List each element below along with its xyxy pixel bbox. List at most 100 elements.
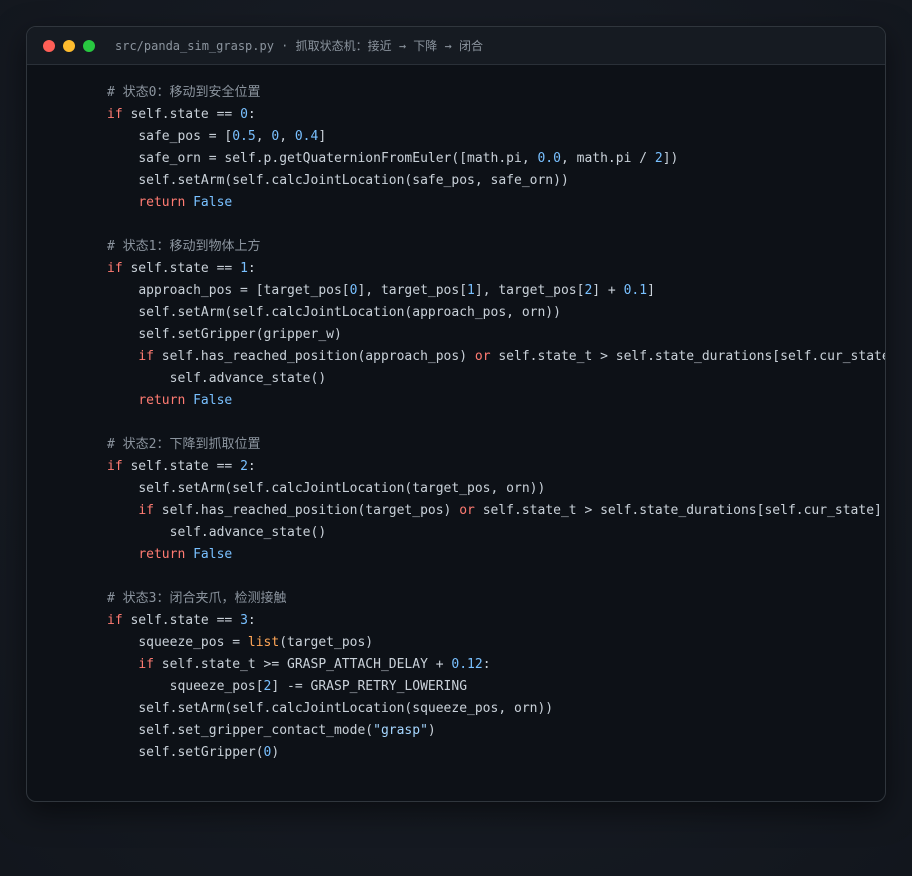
code-token: self.setArm(self.calcJointLocation(safe_… [138, 173, 569, 188]
code-token: self.setGripper(gripper_w) [138, 327, 342, 342]
code-token: ] + [592, 283, 624, 298]
code-line: if self.state == 3: [107, 610, 885, 632]
code-token: 2 [654, 151, 663, 166]
code-line: if self.has_reached_position(approach_po… [107, 346, 885, 368]
code-line: self.advance_state() [107, 368, 885, 390]
code-token: : [247, 107, 256, 122]
code-line: if self.state == 0: [107, 104, 885, 126]
code-line: safe_pos = [0.5, 0, 0.4] [107, 126, 885, 148]
code-line: self.setArm(self.calcJointLocation(safe_… [107, 170, 885, 192]
code-line: # 状态2：下降到抓取位置 [107, 434, 885, 456]
code-token: self.has_reached_position(target_pos) [153, 503, 460, 518]
code-line: if self.state == 2: [107, 456, 885, 478]
code-token: self.state == [122, 107, 241, 122]
code-token: self.setArm(self.calcJointLocation(appro… [138, 305, 561, 320]
code-token: self.state_t > self.state_durations[self… [490, 349, 886, 364]
code-token: ] -= GRASP_RETRY_LOWERING [271, 679, 468, 694]
code-token: 0.0 [537, 151, 561, 166]
close-window-button[interactable] [43, 39, 55, 52]
code-token: "grasp" [373, 723, 428, 738]
code-token: : [247, 613, 256, 628]
code-line: return False [107, 192, 885, 214]
code-line: # 状态0：移动到安全位置 [107, 82, 885, 104]
code-token: self.advance_state() [169, 525, 327, 540]
code-token: : [247, 459, 256, 474]
code-token: , [279, 129, 295, 144]
code-token: self.setArm(self.calcJointLocation(squee… [138, 701, 554, 716]
window-title: src/panda_sim_grasp.py · 抓取状态机：接近 → 下降 →… [115, 39, 483, 53]
code-line: # 状态1：移动到物体上方 [107, 236, 885, 258]
code-token: ) [427, 723, 436, 738]
code-token: # 状态1：移动到物体上方 [107, 239, 261, 254]
minimize-window-button[interactable] [63, 39, 75, 52]
code-token: self.state_t >= GRASP_ATTACH_DELAY + [153, 657, 452, 672]
code-line: self.setArm(self.calcJointLocation(targe… [107, 478, 885, 500]
code-token: if [107, 261, 123, 276]
code-line: self.set_gripper_contact_mode("grasp") [107, 720, 885, 742]
maximize-window-button[interactable] [83, 39, 95, 52]
code-token: 3 [240, 613, 248, 628]
code-token: if [107, 107, 123, 122]
code-token: self.state == [122, 459, 241, 474]
code-token: # 状态3：闭合夹爪，检测接触 [107, 591, 287, 606]
code-token: 1 [240, 261, 248, 276]
code-editor[interactable]: # 状态0：移动到安全位置 if self.state == 0: safe_po… [27, 65, 885, 764]
code-token: ]) [662, 151, 679, 166]
code-token: return [138, 547, 186, 562]
code-token: if [138, 503, 154, 518]
code-token: approach_pos = [target_pos[ [138, 283, 350, 298]
code-token: 0.12 [451, 657, 483, 672]
code-token: # 状态0：移动到安全位置 [107, 85, 261, 100]
code-line: return False [107, 544, 885, 566]
code-token: , [255, 129, 272, 144]
code-line: self.setArm(self.calcJointLocation(squee… [107, 698, 885, 720]
code-token: ) [271, 745, 280, 760]
code-window: src/panda_sim_grasp.py · 抓取状态机：接近 → 下降 →… [26, 26, 886, 802]
code-token: ], target_pos[ [357, 283, 468, 298]
code-line: squeeze_pos[2] -= GRASP_RETRY_LOWERING [107, 676, 885, 698]
code-token: self.has_reached_position(approach_pos) [153, 349, 475, 364]
code-token: 0.4 [294, 129, 319, 144]
code-line: if self.has_reached_position(target_pos)… [107, 500, 885, 522]
code-token: or [459, 503, 475, 518]
code-token: ], target_pos[ [474, 283, 585, 298]
code-token: False [193, 393, 233, 408]
code-token: ] [647, 283, 655, 298]
code-token: if [107, 459, 123, 474]
code-token: list [247, 635, 280, 650]
code-line: self.setGripper(0) [107, 742, 885, 764]
code-token: (target_pos) [279, 635, 374, 650]
code-token: 1 [467, 283, 475, 298]
code-token: , math.pi / [560, 151, 655, 166]
code-line: self.setGripper(gripper_w) [107, 324, 885, 346]
code-token: 0.1 [623, 283, 648, 298]
code-token: self.state == [122, 613, 241, 628]
code-line: self.advance_state() [107, 522, 885, 544]
code-token: : [482, 657, 491, 672]
code-token: return [138, 195, 186, 210]
code-token: ] [318, 129, 327, 144]
code-token: self.state == [122, 261, 241, 276]
code-token: 2 [240, 459, 248, 474]
code-token: : [247, 261, 256, 276]
code-token: or [474, 349, 491, 364]
code-token: 0 [240, 107, 248, 122]
